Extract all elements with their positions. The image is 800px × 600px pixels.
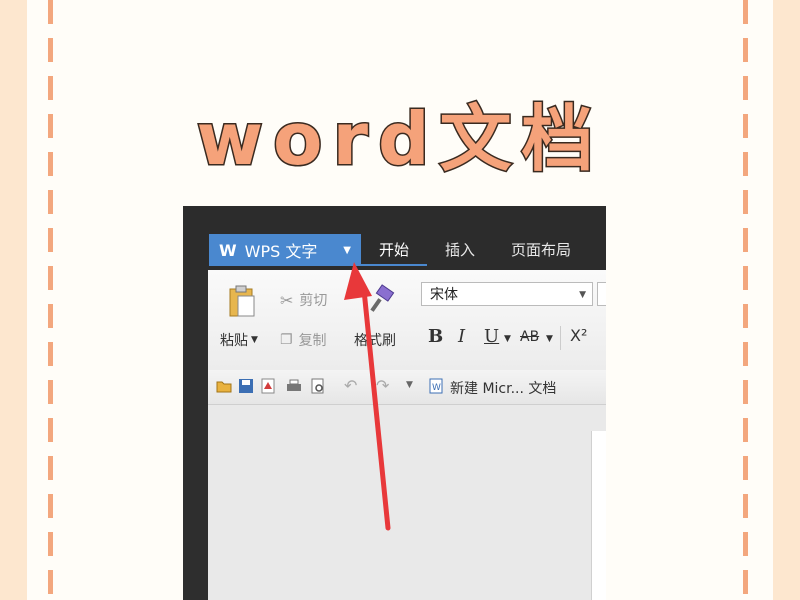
format-painter-button[interactable]: 格式刷: [354, 330, 396, 350]
font-name-select[interactable]: 宋体 ▼: [421, 282, 593, 306]
tab-page-layout[interactable]: 页面布局: [493, 234, 589, 266]
document-canvas: [208, 405, 606, 600]
strikethrough-button[interactable]: AB: [520, 329, 539, 345]
svg-text:W: W: [432, 383, 441, 393]
print-preview-icon[interactable]: [310, 378, 326, 394]
chevron-down-icon: ▼: [343, 244, 351, 256]
font-size-select[interactable]: [597, 282, 606, 306]
cut-button[interactable]: ✂ 剪切: [280, 290, 327, 310]
ribbon-toolbar: 粘贴 ▼ ✂ 剪切 ❐ 复制 格式刷 宋体 ▼ B I U ▼ AB ▼ X²: [208, 270, 606, 371]
tab-home[interactable]: 开始: [361, 234, 428, 266]
copy-label: 复制: [298, 333, 327, 349]
font-name-value: 宋体: [430, 287, 458, 303]
redo-icon[interactable]: ↷: [376, 376, 389, 395]
superscript-button[interactable]: X²: [570, 326, 587, 345]
chevron-down-icon: ▼: [504, 334, 511, 344]
tab-insert[interactable]: 插入: [427, 234, 493, 266]
paste-button[interactable]: 粘贴 ▼: [220, 330, 258, 350]
copy-button[interactable]: ❐ 复制: [280, 330, 327, 350]
wps-logo-icon: W: [219, 240, 237, 260]
document-tab[interactable]: 新建 Micr... 文档: [450, 378, 556, 398]
undo-icon[interactable]: ↶: [344, 376, 357, 395]
paste-label: 粘贴: [220, 333, 248, 349]
wps-menu-label: WPS 文字: [244, 242, 318, 261]
bold-button[interactable]: B: [428, 326, 443, 347]
open-folder-icon[interactable]: [216, 378, 232, 394]
quick-access-bar: ↶ ↷ ▼ W 新建 Micr... 文档: [208, 370, 606, 405]
format-painter-icon[interactable]: [368, 282, 398, 316]
wps-screenshot: W WPS 文字 ▼ 开始 插入 页面布局 粘贴 ▼ ✂ 剪切 ❐ 复制 格式刷…: [183, 206, 606, 600]
divider: [560, 326, 561, 350]
print-icon[interactable]: [286, 378, 302, 394]
cut-label: 剪切: [299, 293, 328, 309]
headline-title: word文档: [195, 96, 604, 183]
paste-icon[interactable]: [228, 284, 256, 318]
scissors-icon: ✂: [280, 290, 294, 310]
ribbon-tabs: 开始 插入 页面布局: [361, 234, 589, 266]
chevron-down-icon: ▼: [579, 290, 586, 300]
document-page[interactable]: [591, 431, 606, 600]
copy-icon: ❐: [280, 332, 293, 348]
chevron-down-icon: ▼: [251, 335, 258, 345]
pdf-export-icon[interactable]: [260, 378, 276, 394]
chevron-down-icon[interactable]: ▼: [406, 380, 413, 390]
underline-button[interactable]: U: [484, 326, 499, 347]
italic-button[interactable]: I: [458, 326, 465, 347]
save-icon[interactable]: [238, 378, 254, 394]
wps-menu-button[interactable]: W WPS 文字 ▼: [209, 234, 361, 266]
document-icon: W: [429, 378, 443, 394]
chevron-down-icon: ▼: [546, 334, 553, 344]
format-painter-label: 格式刷: [354, 333, 396, 349]
